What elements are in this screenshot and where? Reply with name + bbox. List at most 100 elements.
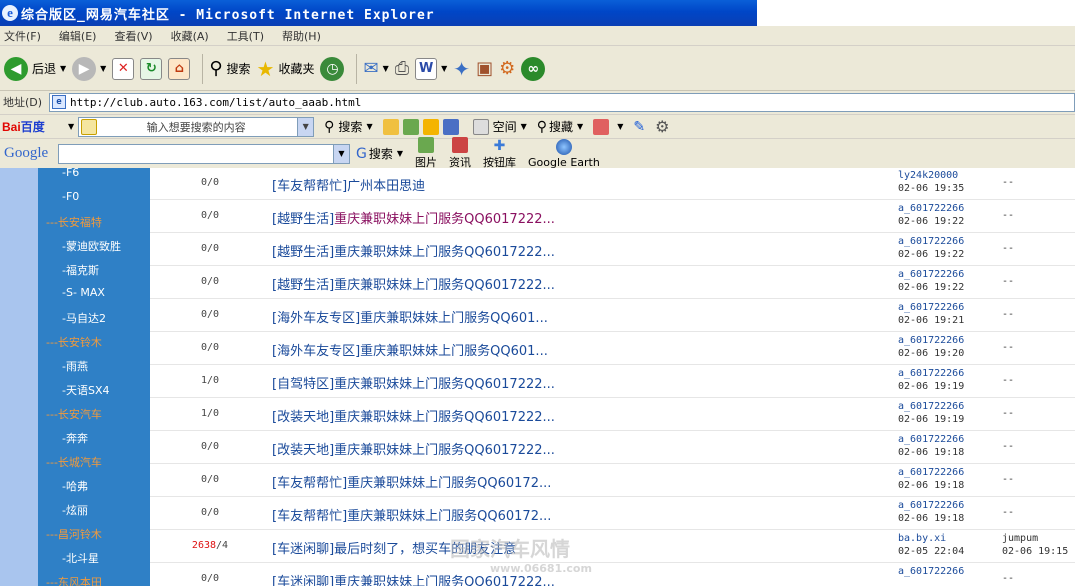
sidebar-category[interactable]: ---昌河铃木 (46, 526, 102, 542)
topic-author[interactable]: a_601722266 02-06 19:19 (898, 367, 964, 393)
sidebar-category[interactable]: ---长城汽车 (46, 454, 102, 470)
sidebar-item[interactable]: -马自达2 (62, 310, 106, 326)
baidu-collect-button[interactable]: ⚲ 搜藏 ▼ (537, 118, 583, 135)
baidu-news-icon[interactable] (382, 118, 399, 135)
baidu-settings-button[interactable]: ⚙ (655, 117, 669, 136)
sidebar-category[interactable]: ---长安汽车 (46, 406, 102, 422)
mail-button[interactable]: ✉ ▼ (363, 51, 388, 87)
forward-dropdown-icon[interactable]: ▼ (100, 64, 106, 73)
last-reply: -- (1002, 573, 1015, 584)
google-search-dropdown-icon[interactable]: ▼ (397, 149, 403, 158)
google-logo[interactable]: Google (0, 145, 56, 162)
google-earth-button[interactable]: Google Earth (528, 138, 600, 169)
baidu-search-button[interactable]: ⚲ 搜索 ▼ (324, 118, 372, 135)
topic-link[interactable]: [改装天地]重庆兼职妹妹上门服务QQ6017222... (272, 439, 555, 458)
sidebar-item[interactable]: -F0 (62, 190, 79, 203)
edit-button[interactable]: W ▼ (415, 51, 447, 87)
topic-author[interactable]: a_601722266 02-06 19:22 (898, 235, 964, 261)
sidebar-category[interactable]: ---长安福特 (46, 214, 102, 230)
menu-tools[interactable]: 工具(T) (227, 28, 264, 44)
sidebar-category[interactable]: ---长安铃木 (46, 334, 102, 350)
topic-link[interactable]: [海外车友专区]重庆兼职妹妹上门服务QQ601... (272, 307, 548, 326)
addon-button[interactable]: ∞ (521, 51, 546, 87)
topic-author[interactable]: a_601722266 02-06 19:18 (898, 433, 964, 459)
last-reply: -- (1002, 375, 1015, 386)
topic-author[interactable]: a_601722266 02-06 19:20 (898, 334, 964, 360)
sidebar-item[interactable]: -福克斯 (62, 262, 99, 278)
translate-dropdown-icon[interactable]: ▼ (617, 122, 623, 131)
last-reply[interactable]: jumpum 02-06 19:15 (1002, 532, 1068, 558)
menu-file[interactable]: 文件(F) (4, 28, 41, 44)
baidu-image-icon[interactable] (402, 118, 419, 135)
topic-author[interactable]: ly24k20000 02-06 19:35 (898, 169, 964, 195)
google-search-input[interactable]: ▼ (58, 143, 350, 164)
topic-link[interactable]: [越野生活]重庆兼职妹妹上门服务QQ6017222... (272, 274, 555, 293)
baidu-grid-icon[interactable] (442, 118, 459, 135)
search-button[interactable]: ⚲ 搜索 (209, 51, 250, 87)
baidu-translate-button[interactable]: ▼ (593, 118, 623, 135)
topic-author[interactable]: a_601722266 02-06 19:18 (898, 466, 964, 492)
topic-link[interactable]: [海外车友专区]重庆兼职妹妹上门服务QQ601... (272, 340, 548, 359)
topic-author[interactable]: a_601722266 02-06 19:21 (898, 301, 964, 327)
topic-link[interactable]: [越野生活]重庆兼职妹妹上门服务QQ6017222... (272, 241, 555, 260)
menu-view[interactable]: 查看(V) (114, 28, 152, 44)
topic-author[interactable]: a_601722266 02-06 19:19 (898, 400, 964, 426)
topic-author[interactable]: a_601722266 (898, 565, 964, 578)
sidebar-item[interactable]: -哈弗 (62, 478, 88, 494)
baidu-know-icon[interactable] (422, 118, 439, 135)
sidebar-item[interactable]: -蒙迪欧致胜 (62, 238, 121, 254)
google-images-button[interactable]: 图片 (415, 137, 437, 170)
stop-button[interactable]: ✕ (112, 51, 135, 87)
baidu-menu-dropdown-icon[interactable]: ▼ (68, 122, 74, 131)
menu-favorites[interactable]: 收藏(A) (171, 28, 209, 44)
messenger-button[interactable]: ✦ (453, 51, 470, 87)
sidebar-item[interactable]: -北斗星 (62, 550, 99, 566)
topic-link[interactable]: [车友帮帮忙]重庆兼职妹妹上门服务QQ60172... (272, 472, 551, 491)
refresh-button[interactable]: ↻ (140, 51, 163, 87)
last-reply: -- (1002, 507, 1015, 518)
baidu-input-dropdown-icon[interactable]: ▼ (297, 117, 314, 136)
topic-author[interactable]: a_601722266 02-06 19:22 (898, 268, 964, 294)
back-dropdown-icon[interactable]: ▼ (60, 64, 66, 73)
baidu-space-button[interactable]: 空间 ▼ (472, 118, 527, 135)
sidebar-item[interactable]: -奔奔 (62, 430, 88, 446)
forward-button[interactable]: ▶ ▼ (72, 51, 106, 87)
topic-link[interactable]: [越野生活]重庆兼职妹妹上门服务QQ6017222... (272, 208, 555, 227)
topic-link[interactable]: [改装天地]重庆兼职妹妹上门服务QQ6017222... (272, 406, 555, 425)
topic-author[interactable]: a_601722266 02-06 19:18 (898, 499, 964, 525)
tools-button[interactable]: ⚙ (499, 51, 515, 87)
sidebar-item[interactable]: -F6 (62, 168, 79, 179)
address-input[interactable]: e http://club.auto.163.com/list/auto_aaa… (49, 92, 1075, 112)
sidebar-item[interactable]: -天语SX4 (62, 382, 110, 398)
edit-dropdown-icon[interactable]: ▼ (441, 64, 447, 73)
history-button[interactable]: ◷ (320, 51, 345, 87)
mail-dropdown-icon[interactable]: ▼ (383, 64, 389, 73)
topic-link[interactable]: [自驾特区]重庆兼职妹妹上门服务QQ6017222... (272, 373, 555, 392)
sidebar-category[interactable]: ---东风本田 (46, 574, 102, 586)
baidu-search-dropdown-icon[interactable]: ▼ (366, 122, 372, 131)
google-buttons-button[interactable]: ✚ 按钮库 (483, 138, 516, 170)
menu-help[interactable]: 帮助(H) (282, 28, 321, 44)
favorites-button[interactable]: ★ 收藏夹 (257, 51, 315, 87)
google-input-dropdown-icon[interactable]: ▼ (333, 144, 349, 163)
google-news-button[interactable]: 资讯 (449, 137, 471, 170)
print-button[interactable]: ⎙ (395, 51, 409, 87)
research-button[interactable]: ▣ (476, 51, 493, 87)
sidebar-item[interactable]: -雨燕 (62, 358, 88, 374)
menu-edit[interactable]: 编辑(E) (59, 28, 97, 44)
sidebar-item[interactable]: -炫丽 (62, 502, 88, 518)
last-reply: -- (1002, 474, 1015, 485)
baidu-logo[interactable]: Bai百度 (0, 118, 64, 135)
topic-author[interactable]: ba.by.xi 02-05 22:04 (898, 532, 964, 558)
sidebar-item[interactable]: -S- MAX (62, 286, 105, 299)
google-search-button[interactable]: G 搜索 ▼ (356, 145, 403, 162)
space-dropdown-icon[interactable]: ▼ (521, 122, 527, 131)
topic-link[interactable]: [车友帮帮忙]广州本田思迪 (272, 175, 425, 194)
collect-dropdown-icon[interactable]: ▼ (577, 122, 583, 131)
topic-link[interactable]: [车友帮帮忙]重庆兼职妹妹上门服务QQ60172... (272, 505, 551, 524)
topic-author[interactable]: a_601722266 02-06 19:22 (898, 202, 964, 228)
home-button[interactable]: ⌂ (168, 51, 191, 87)
baidu-pen-button[interactable]: ✎ (633, 119, 645, 135)
back-button[interactable]: ◀ 后退 ▼ (4, 51, 66, 87)
baidu-search-input[interactable]: 输入想要搜索的内容 ▼ (78, 116, 315, 137)
